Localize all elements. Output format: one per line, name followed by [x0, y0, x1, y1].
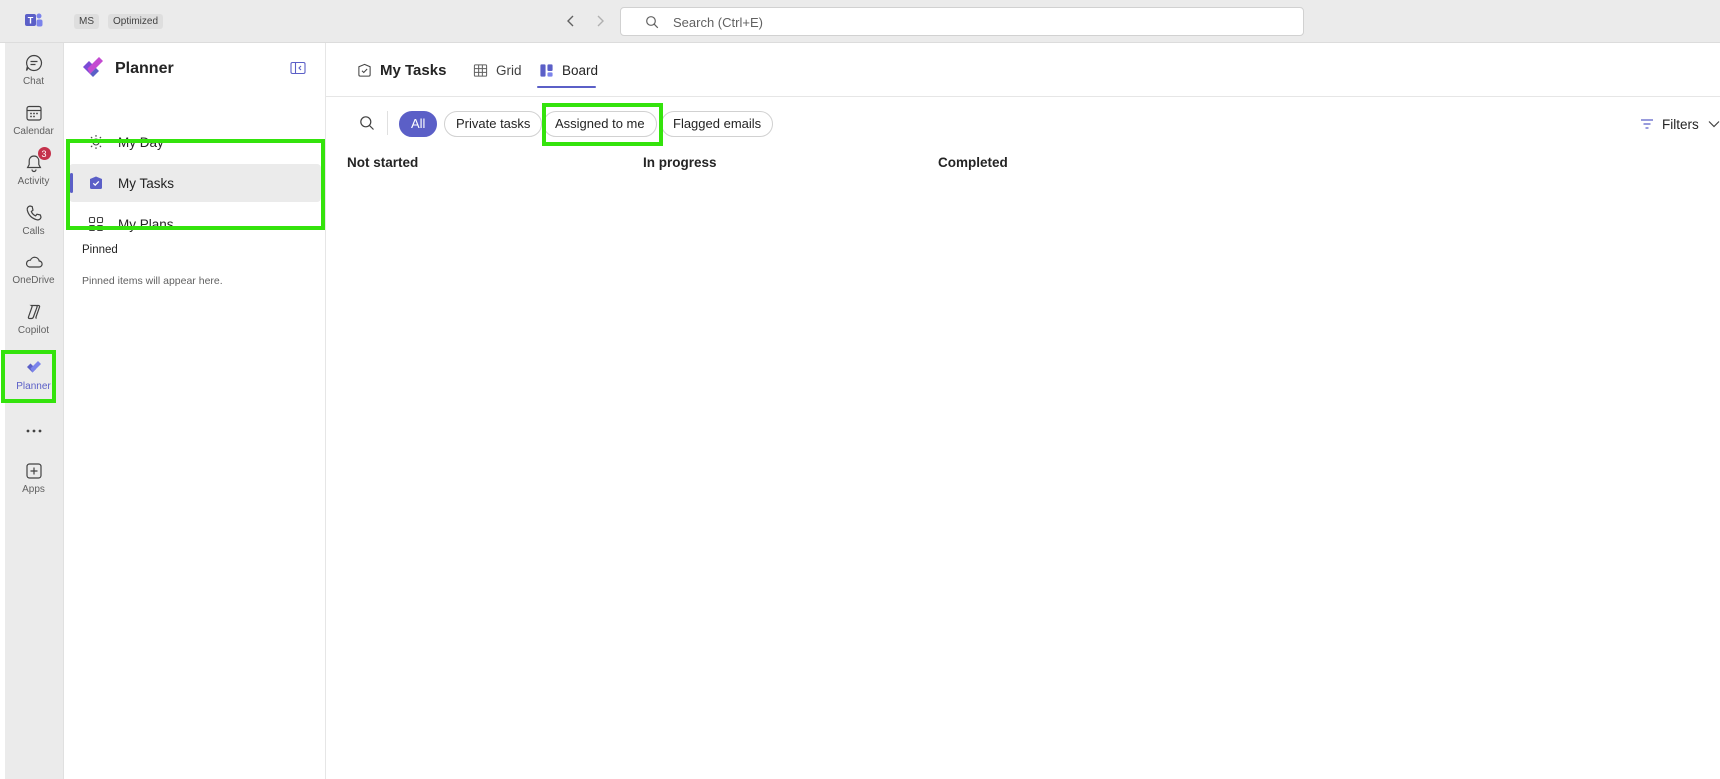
filter-pill-private-tasks[interactable]: Private tasks [444, 111, 543, 137]
task-outline-icon [355, 61, 373, 79]
filter-toolbar: All Private tasks Assigned to me Flagged… [326, 97, 1720, 147]
sidebar-item-my-tasks[interactable]: My Tasks [69, 164, 321, 202]
rail-item-onedrive[interactable]: OneDrive [5, 245, 62, 293]
search-input[interactable] [673, 12, 1273, 32]
pinned-heading: Pinned [82, 244, 118, 256]
task-check-icon [85, 172, 107, 194]
rail-more-button[interactable] [5, 415, 62, 441]
rail-label: Calendar [13, 126, 54, 137]
ellipsis-icon [23, 421, 45, 441]
rail-label: Calls [22, 226, 45, 237]
board-icon [537, 61, 555, 79]
rail-item-activity[interactable]: 3 Activity [5, 146, 62, 194]
profile-chip[interactable]: MS [74, 14, 99, 29]
tab-label: Grid [496, 62, 522, 78]
rail-item-planner[interactable]: Planner [5, 351, 62, 399]
rail-label: Chat [22, 76, 45, 87]
rail-label: Apps [22, 484, 45, 495]
active-tab-indicator [537, 86, 596, 88]
app-rail: Chat Calendar 3 Activity Calls OneDrive … [0, 43, 64, 779]
filter-pill-flagged-emails[interactable]: Flagged emails [661, 111, 774, 137]
tab-grid[interactable]: Grid [471, 57, 522, 83]
tab-label: My Tasks [380, 61, 447, 79]
chat-icon [23, 52, 45, 74]
tab-board[interactable]: Board [537, 57, 598, 83]
activity-badge: 3 [36, 146, 52, 161]
main-content: My Tasks Grid Board All Private tasks As… [326, 43, 1720, 779]
task-search-button[interactable] [357, 113, 377, 133]
svg-text:T: T [28, 16, 34, 26]
sidebar-item-label: My Tasks [118, 175, 175, 191]
back-arrow-icon[interactable] [561, 11, 581, 31]
forward-arrow-icon[interactable] [590, 11, 610, 31]
rail-label: Copilot [17, 325, 50, 336]
planner-sidebar: Planner My Day My Tasks My Plans Pinned [64, 43, 326, 779]
copilot-icon [23, 301, 45, 323]
filter-icon [1641, 119, 1653, 129]
pinned-empty-text: Pinned items will appear here. [82, 275, 223, 287]
sidebar-item-my-plans[interactable]: My Plans [69, 205, 321, 243]
rail-item-calendar[interactable]: Calendar [5, 96, 62, 144]
grid-icon [85, 213, 107, 235]
plus-box-icon [23, 460, 45, 482]
panel-collapse-icon [290, 61, 306, 75]
tab-label: Board [562, 62, 599, 78]
filters-label: Filters [1662, 116, 1699, 132]
view-tabs: My Tasks Grid Board [326, 43, 1720, 97]
phone-icon [23, 202, 45, 224]
rail-item-calls[interactable]: Calls [5, 196, 62, 244]
cloud-icon [23, 251, 45, 273]
rail-label: Activity [17, 176, 50, 187]
collapse-sidebar-button[interactable] [288, 58, 308, 78]
column-header-in-progress: In progress [643, 155, 717, 170]
sidebar-item-label: My Day [118, 134, 164, 150]
rail-item-copilot[interactable]: Copilot [5, 295, 62, 343]
rail-item-apps[interactable]: Apps [5, 454, 62, 502]
sidebar-title: Planner [115, 60, 174, 77]
bell-icon: 3 [23, 146, 52, 174]
table-icon [471, 61, 489, 79]
mode-chip[interactable]: Optimized [108, 14, 164, 29]
rail-label: OneDrive [12, 275, 55, 286]
planner-logo-icon [83, 57, 103, 77]
filters-button[interactable]: Filters [1640, 113, 1720, 135]
search-icon [646, 16, 659, 29]
rail-item-chat[interactable]: Chat [5, 46, 62, 94]
sun-icon [85, 131, 107, 153]
filter-pill-assigned-to-me[interactable]: Assigned to me [543, 111, 657, 137]
selected-indicator [70, 173, 73, 193]
sidebar-item-my-day[interactable]: My Day [69, 123, 321, 161]
rail-label: Planner [16, 381, 51, 392]
tab-my-tasks[interactable]: My Tasks [355, 57, 446, 83]
sidebar-item-label: My Plans [118, 216, 174, 232]
toolbar-divider [387, 111, 388, 135]
planner-icon [23, 357, 45, 379]
column-header-not-started: Not started [347, 155, 419, 170]
search-icon [360, 116, 374, 130]
filter-pill-all[interactable]: All [399, 111, 438, 137]
column-header-completed: Completed [938, 155, 1008, 170]
sidebar-header: Planner [64, 43, 326, 93]
search-box[interactable] [620, 7, 1304, 36]
teams-logo-icon[interactable]: T [24, 11, 44, 31]
title-bar: T MS Optimized [0, 0, 1720, 43]
calendar-icon [23, 102, 45, 124]
chevron-down-icon [1708, 121, 1720, 128]
teams-window: T MS Optimized Chat [0, 0, 1720, 779]
